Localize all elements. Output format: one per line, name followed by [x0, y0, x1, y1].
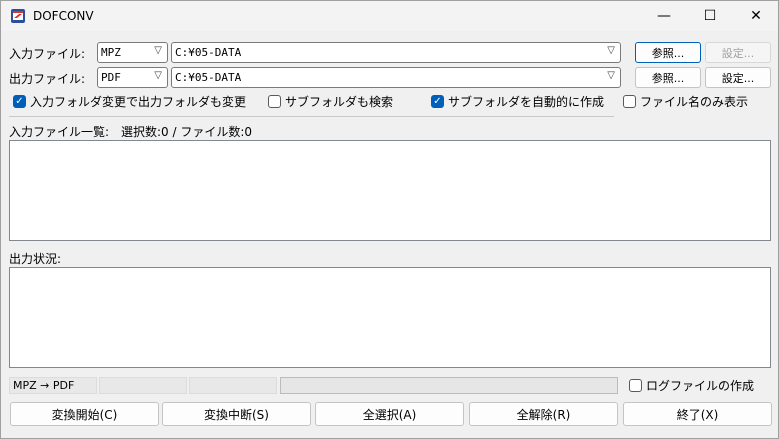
filename-only-label: ファイル名のみ表示 — [640, 94, 749, 109]
output-browse-button[interactable]: 参照... — [635, 67, 701, 88]
sync-output-folder-checkbox[interactable]: ✓ 入力フォルダ変更で出力フォルダも変更 — [13, 93, 246, 109]
input-browse-button[interactable]: 参照... — [635, 42, 701, 63]
output-status-list[interactable] — [9, 267, 771, 368]
chevron-down-icon: ▽ — [607, 45, 615, 56]
input-file-label: 入力ファイル: — [9, 47, 86, 61]
output-path-combo[interactable]: C:¥05-DATA ▽ — [171, 67, 621, 88]
input-format-select[interactable]: MPZ ▽ — [97, 42, 168, 63]
select-all-button[interactable]: 全選択(A) — [315, 402, 464, 426]
chevron-down-icon: ▽ — [607, 70, 615, 81]
log-file-checkbox[interactable]: ログファイルの作成 — [629, 377, 754, 393]
stop-conversion-button[interactable]: 変換中断(S) — [162, 402, 311, 426]
file-list-label: 入力ファイル一覧: — [9, 125, 110, 139]
conversion-progress-bar — [280, 377, 618, 394]
filename-only-checkbox[interactable]: ファイル名のみ表示 — [623, 93, 748, 109]
auto-create-subfolders-checkbox[interactable]: ✓ サブフォルダを自動的に作成 — [431, 93, 604, 109]
output-settings-button[interactable]: 設定... — [705, 67, 771, 88]
maximize-button[interactable]: ☐ — [687, 1, 733, 31]
checkbox-box — [268, 94, 281, 108]
input-format-value: MPZ — [101, 46, 121, 59]
file-list-summary: 選択数:0 / ファイル数:0 — [121, 125, 253, 139]
exit-button[interactable]: 終了(X) — [623, 402, 772, 426]
close-button[interactable]: ✕ — [733, 1, 779, 31]
conversion-status: MPZ → PDF — [9, 377, 97, 394]
checkbox-box — [629, 378, 642, 392]
input-path-value: C:¥05-DATA — [175, 46, 242, 59]
search-subfolders-label: サブフォルダも検索 — [285, 94, 394, 109]
output-format-value: PDF — [101, 71, 121, 84]
output-file-label: 出力ファイル: — [9, 72, 86, 86]
output-status-label: 出力状況: — [9, 252, 62, 266]
chevron-down-icon: ▽ — [154, 70, 162, 81]
input-file-list[interactable] — [9, 140, 771, 241]
chevron-down-icon: ▽ — [154, 45, 162, 56]
sync-output-folder-label: 入力フォルダ変更で出力フォルダも変更 — [30, 94, 247, 109]
auto-create-subfolders-label: サブフォルダを自動的に作成 — [448, 94, 605, 109]
input-path-combo[interactable]: C:¥05-DATA ▽ — [171, 42, 621, 63]
status-cell-2 — [99, 377, 187, 394]
title-bar: DOFCONV — ☐ ✕ — [1, 1, 778, 31]
checkbox-box — [623, 94, 636, 108]
log-file-label: ログファイルの作成 — [646, 378, 755, 393]
search-subfolders-checkbox[interactable]: サブフォルダも検索 — [268, 93, 393, 109]
status-cell-3 — [189, 377, 277, 394]
check-icon: ✓ — [431, 94, 444, 108]
check-icon: ✓ — [13, 94, 26, 108]
output-format-select[interactable]: PDF ▽ — [97, 67, 168, 88]
start-conversion-button[interactable]: 変換開始(C) — [10, 402, 159, 426]
output-path-value: C:¥05-DATA — [175, 71, 242, 84]
main-window: DOFCONV — ☐ ✕ 入力ファイル: MPZ ▽ C:¥05-DATA ▽… — [0, 0, 779, 439]
divider — [9, 116, 614, 117]
minimize-button[interactable]: — — [641, 1, 687, 31]
app-icon — [11, 9, 25, 23]
window-title: DOFCONV — [33, 9, 94, 23]
deselect-all-button[interactable]: 全解除(R) — [469, 402, 618, 426]
input-settings-button[interactable]: 設定... — [705, 42, 771, 63]
